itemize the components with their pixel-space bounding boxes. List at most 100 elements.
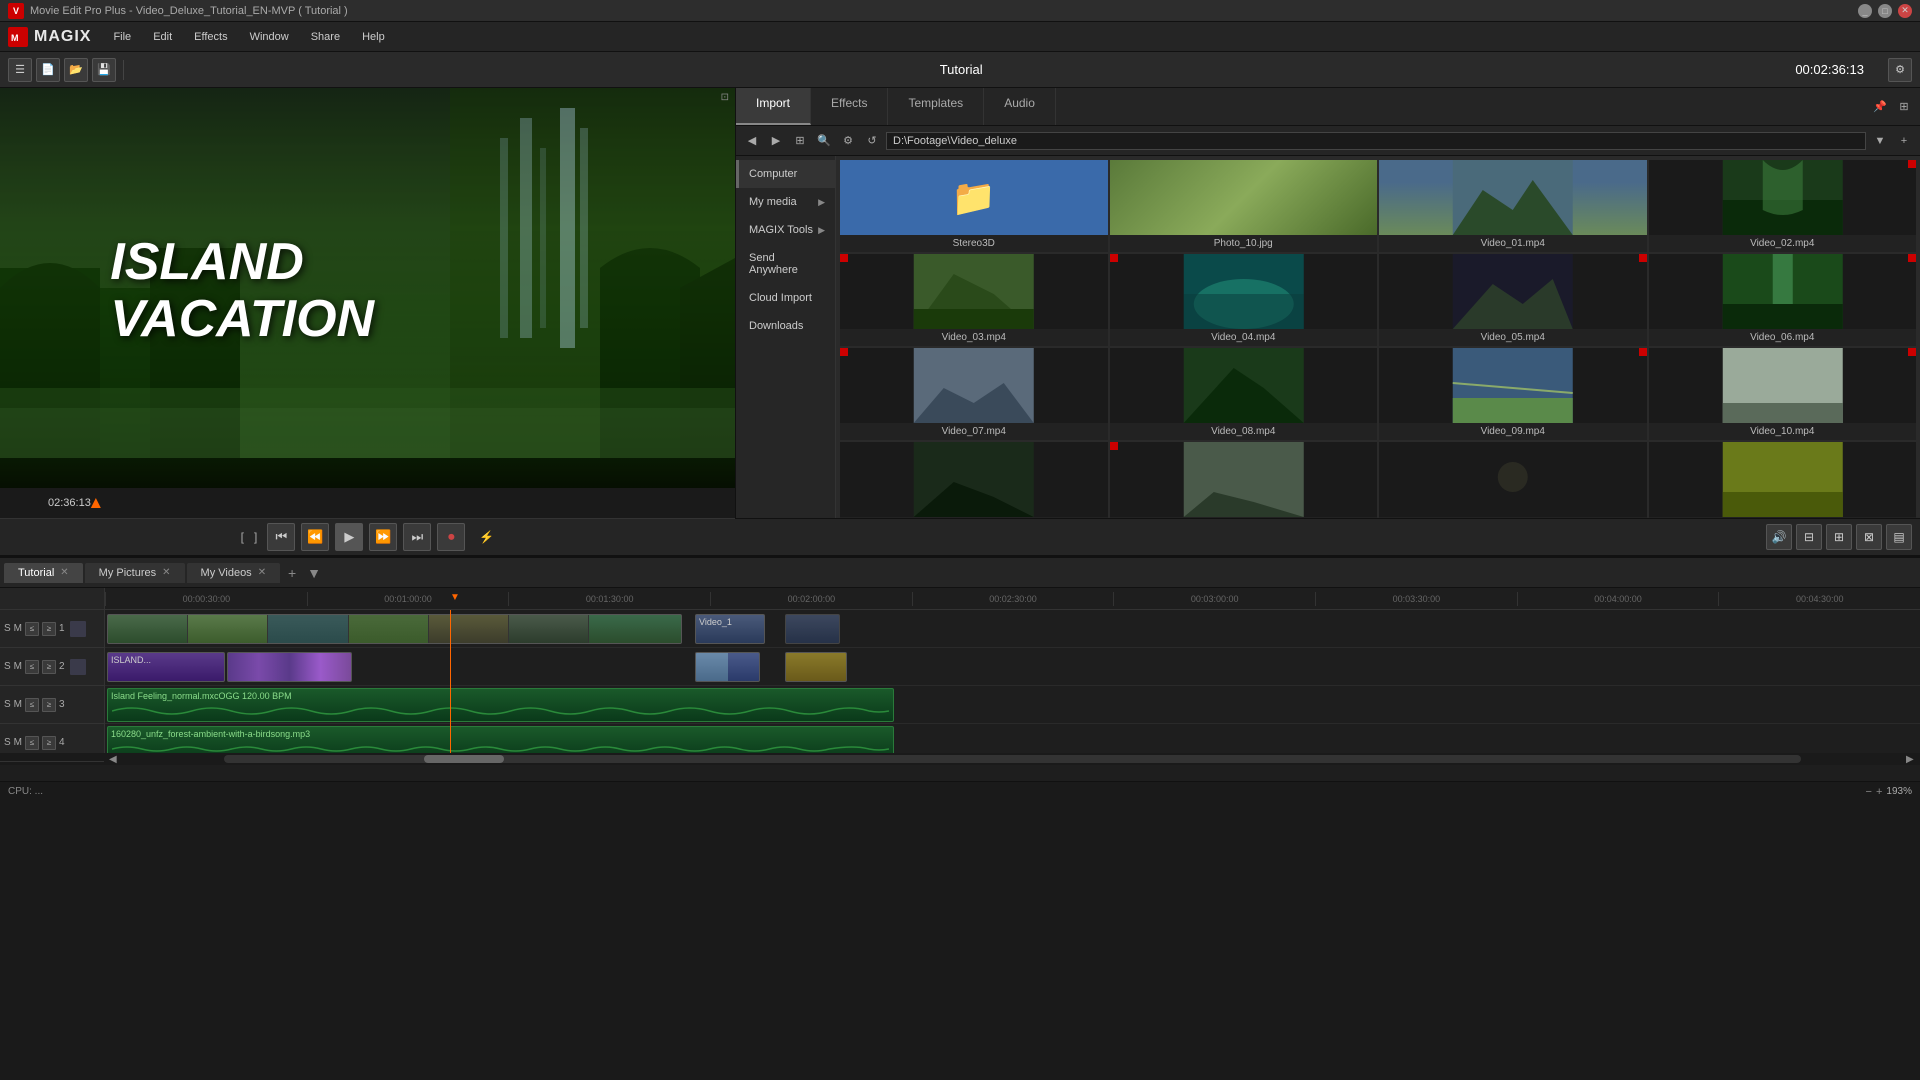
- track-2-clip-4[interactable]: [785, 652, 847, 682]
- settings-button[interactable]: ⚙: [838, 131, 858, 151]
- view-mode-3[interactable]: ⊠: [1856, 524, 1882, 550]
- view-mode-2[interactable]: ⊞: [1826, 524, 1852, 550]
- panel-expand-button[interactable]: ⊞: [1894, 97, 1914, 117]
- toolbar-save-btn[interactable]: 💾: [92, 58, 116, 82]
- toolbar-open-btn[interactable]: 📂: [64, 58, 88, 82]
- track-3-ctrl1[interactable]: ≤: [25, 698, 39, 712]
- tab-templates[interactable]: Templates: [888, 88, 984, 125]
- path-bar[interactable]: D:\Footage\Video_deluxe: [886, 132, 1866, 150]
- zoom-out-button[interactable]: −: [1866, 786, 1872, 798]
- timeline-content[interactable]: Video_1 ISLAND...: [105, 610, 1920, 753]
- media-item-video06[interactable]: Video_06.mp4: [1649, 254, 1917, 346]
- grid-view-button[interactable]: ⊞: [790, 131, 810, 151]
- horizontal-scrollbar[interactable]: [224, 755, 1801, 763]
- track-1-clip-1[interactable]: [107, 614, 682, 644]
- tab-audio[interactable]: Audio: [984, 88, 1056, 125]
- media-item-video04[interactable]: Video_04.mp4: [1110, 254, 1378, 346]
- timeline-tab-pictures[interactable]: My Pictures ✕: [85, 563, 185, 583]
- media-item-video11[interactable]: Video_11.mp4: [840, 442, 1108, 518]
- media-item-video07[interactable]: Video_07.mp4: [840, 348, 1108, 440]
- tab-videos-close[interactable]: ✕: [258, 567, 266, 578]
- left-item-send-anywhere[interactable]: Send Anywhere: [736, 244, 835, 284]
- track-3-audio-clip[interactable]: Island Feeling_normal.mxcOGG 120.00 BPM: [107, 688, 894, 722]
- media-item-video14[interactable]: Video_14.mp4: [1649, 442, 1917, 518]
- go-to-start-button[interactable]: ⏮: [267, 523, 295, 551]
- tab-import[interactable]: Import: [736, 88, 811, 125]
- media-item-video03[interactable]: Video_03.mp4: [840, 254, 1108, 346]
- toolbar-menu-btn[interactable]: ☰: [8, 58, 32, 82]
- left-item-my-media[interactable]: My media ▶: [736, 188, 835, 216]
- preview-video: ISLAND VACATION ⊡: [0, 88, 735, 488]
- left-item-magix-tools[interactable]: MAGIX Tools ▶: [736, 216, 835, 244]
- step-forward-button[interactable]: ⏩: [369, 523, 397, 551]
- menu-effects[interactable]: Effects: [184, 27, 237, 47]
- left-item-computer[interactable]: Computer: [736, 160, 835, 188]
- scrollbar-thumb[interactable]: [424, 755, 504, 763]
- menu-help[interactable]: Help: [352, 27, 395, 47]
- tab-pictures-close[interactable]: ✕: [162, 567, 170, 578]
- tab-effects[interactable]: Effects: [811, 88, 888, 125]
- scroll-left-btn[interactable]: ◀: [109, 754, 119, 765]
- panel-pin-button[interactable]: 📌: [1870, 97, 1890, 117]
- track-1-clip-2[interactable]: Video_1: [695, 614, 765, 644]
- menu-share[interactable]: Share: [301, 27, 350, 47]
- track-2-clip-1[interactable]: ISLAND...: [107, 652, 225, 682]
- track-4-ctrl1[interactable]: ≤: [25, 736, 39, 750]
- step-back-button[interactable]: ⏪: [301, 523, 329, 551]
- media-item-photo10[interactable]: Photo_10.jpg: [1110, 160, 1378, 252]
- path-dropdown-button[interactable]: ▼: [1870, 131, 1890, 151]
- track-2-ctrl2[interactable]: ≥: [42, 660, 56, 674]
- close-button[interactable]: ✕: [1898, 4, 1912, 18]
- track-2-clip-2[interactable]: [227, 652, 352, 682]
- track-2-ctrl1[interactable]: ≤: [25, 660, 39, 674]
- media-item-video08[interactable]: Video_08.mp4: [1110, 348, 1378, 440]
- track-1-clip-3[interactable]: [785, 614, 840, 644]
- track-3-ctrl2[interactable]: ≥: [42, 698, 56, 712]
- media-item-video10[interactable]: Video_10.mp4: [1649, 348, 1917, 440]
- scroll-right-btn[interactable]: ▶: [1906, 754, 1916, 765]
- media-item-video05[interactable]: Video_05.mp4: [1379, 254, 1647, 346]
- go-to-end-button[interactable]: ⏭: [403, 523, 431, 551]
- nav-back-button[interactable]: ◀: [742, 131, 762, 151]
- track-1-ctrl2[interactable]: ≥: [42, 622, 56, 636]
- media-label-video01: Video_01.mp4: [1379, 235, 1647, 252]
- track-4-ctrl2[interactable]: ≥: [42, 736, 56, 750]
- play-button[interactable]: ▶: [335, 523, 363, 551]
- menu-window[interactable]: Window: [240, 27, 299, 47]
- menu-edit[interactable]: Edit: [143, 27, 182, 47]
- add-tab-button[interactable]: +: [282, 563, 302, 583]
- nav-forward-button[interactable]: ▶: [766, 131, 786, 151]
- media-item-video13[interactable]: Video_13.mp4: [1379, 442, 1647, 518]
- track-4-s: S: [4, 737, 11, 748]
- refresh-button[interactable]: ↺: [862, 131, 882, 151]
- tab-tutorial-close[interactable]: ✕: [60, 567, 68, 578]
- search-button[interactable]: 🔍: [814, 131, 834, 151]
- track-4-audio-clip[interactable]: 160280_unfz_forest-ambient-with-a-birdso…: [107, 726, 894, 753]
- track-2-clip-3[interactable]: [695, 652, 760, 682]
- tab-menu-button[interactable]: ▼: [304, 563, 324, 583]
- title-line-1: ISLAND: [110, 234, 374, 291]
- volume-button[interactable]: 🔊: [1766, 524, 1792, 550]
- toolbar-new-btn[interactable]: 📄: [36, 58, 60, 82]
- media-item-video02[interactable]: Video_02.mp4: [1649, 160, 1917, 252]
- media-item-video01[interactable]: Video_01.mp4: [1379, 160, 1647, 252]
- track-1-ctrl1[interactable]: ≤: [25, 622, 39, 636]
- maximize-button[interactable]: □: [1878, 4, 1892, 18]
- left-item-downloads[interactable]: Downloads: [736, 312, 835, 340]
- timeline-tab-tutorial[interactable]: Tutorial ✕: [4, 563, 83, 583]
- toolbar-extra-btn[interactable]: ⚙: [1888, 58, 1912, 82]
- left-item-cloud-import[interactable]: Cloud Import: [736, 284, 835, 312]
- storyboard-btn[interactable]: ▤: [1886, 524, 1912, 550]
- media-item-stereo3d[interactable]: 📁 Stereo3D: [840, 160, 1108, 252]
- minimize-button[interactable]: _: [1858, 4, 1872, 18]
- title-line-2: VACATION: [110, 291, 374, 348]
- media-thumb-video14: [1649, 442, 1917, 517]
- media-item-video09[interactable]: Video_09.mp4: [1379, 348, 1647, 440]
- timeline-tab-videos[interactable]: My Videos ✕: [187, 563, 281, 583]
- media-item-video12[interactable]: Video_12.mp4: [1110, 442, 1378, 518]
- menu-file[interactable]: File: [103, 27, 141, 47]
- zoom-in-button[interactable]: +: [1876, 786, 1882, 798]
- record-button[interactable]: ⏺: [437, 523, 465, 551]
- view-mode-1[interactable]: ⊟: [1796, 524, 1822, 550]
- add-folder-button[interactable]: +: [1894, 131, 1914, 151]
